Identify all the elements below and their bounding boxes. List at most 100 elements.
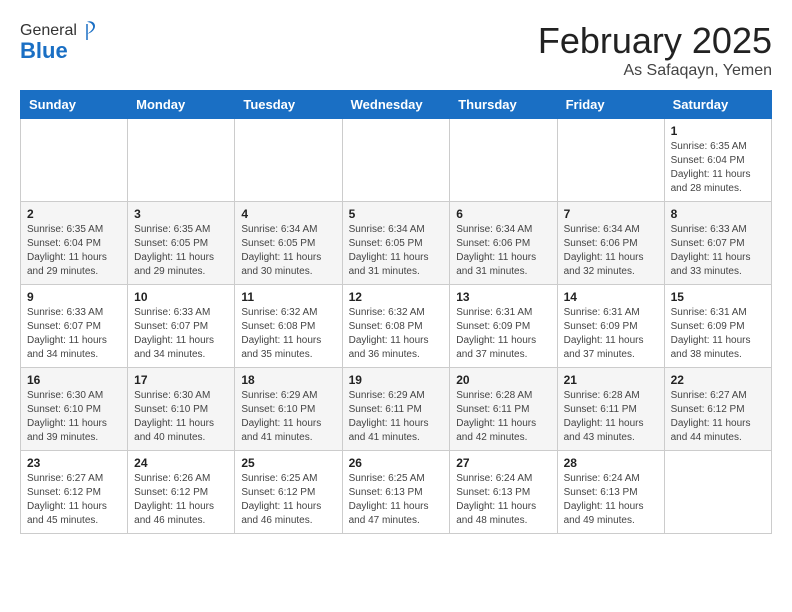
calendar-cell: 14 Sunrise: 6:31 AM Sunset: 6:09 PM Dayli…	[557, 285, 664, 368]
day-info: Sunrise: 6:28 AM Sunset: 6:11 PM Dayligh…	[456, 389, 550, 445]
day-number: 6	[456, 207, 550, 221]
calendar-week-row: 9 Sunrise: 6:33 AM Sunset: 6:07 PM Daylig…	[21, 285, 772, 368]
day-info: Sunrise: 6:33 AM Sunset: 6:07 PM Dayligh…	[27, 306, 121, 362]
calendar-header-row: SundayMondayTuesdayWednesdayThursdayFrid…	[21, 91, 772, 119]
day-number: 21	[564, 373, 658, 387]
day-number: 11	[241, 290, 335, 304]
calendar-cell	[128, 119, 235, 202]
calendar-cell: 6 Sunrise: 6:34 AM Sunset: 6:06 PM Daylig…	[450, 202, 557, 285]
day-info: Sunrise: 6:34 AM Sunset: 6:05 PM Dayligh…	[349, 223, 444, 279]
day-info: Sunrise: 6:25 AM Sunset: 6:13 PM Dayligh…	[349, 472, 444, 528]
calendar-cell: 23 Sunrise: 6:27 AM Sunset: 6:12 PM Dayli…	[21, 451, 128, 534]
calendar-cell: 22 Sunrise: 6:27 AM Sunset: 6:12 PM Dayli…	[664, 368, 771, 451]
calendar-week-row: 2 Sunrise: 6:35 AM Sunset: 6:04 PM Daylig…	[21, 202, 772, 285]
day-number: 12	[349, 290, 444, 304]
day-number: 13	[456, 290, 550, 304]
calendar-cell: 8Sunrise: 6:33 AM Sunset: 6:07 PM Daylig…	[664, 202, 771, 285]
day-number: 1	[671, 124, 765, 138]
day-info: Sunrise: 6:33 AM Sunset: 6:07 PM Dayligh…	[134, 306, 228, 362]
day-info: Sunrise: 6:29 AM Sunset: 6:11 PM Dayligh…	[349, 389, 444, 445]
calendar-cell: 17Sunrise: 6:30 AM Sunset: 6:10 PM Dayli…	[128, 368, 235, 451]
day-number: 19	[349, 373, 444, 387]
calendar-cell	[21, 119, 128, 202]
calendar-cell: 7 Sunrise: 6:34 AM Sunset: 6:06 PM Daylig…	[557, 202, 664, 285]
day-number: 22	[671, 373, 765, 387]
weekday-header: Saturday	[664, 91, 771, 119]
day-info: Sunrise: 6:29 AM Sunset: 6:10 PM Dayligh…	[241, 389, 335, 445]
day-number: 9	[27, 290, 121, 304]
day-info: Sunrise: 6:24 AM Sunset: 6:13 PM Dayligh…	[564, 472, 658, 528]
day-number: 16	[27, 373, 121, 387]
calendar-cell: 25Sunrise: 6:25 AM Sunset: 6:12 PM Dayli…	[235, 451, 342, 534]
calendar-week-row: 1 Sunrise: 6:35 AM Sunset: 6:04 PM Daylig…	[21, 119, 772, 202]
day-number: 23	[27, 456, 121, 470]
day-info: Sunrise: 6:25 AM Sunset: 6:12 PM Dayligh…	[241, 472, 335, 528]
weekday-header: Wednesday	[342, 91, 450, 119]
day-info: Sunrise: 6:31 AM Sunset: 6:09 PM Dayligh…	[564, 306, 658, 362]
day-number: 2	[27, 207, 121, 221]
day-number: 20	[456, 373, 550, 387]
calendar-cell: 2 Sunrise: 6:35 AM Sunset: 6:04 PM Daylig…	[21, 202, 128, 285]
day-number: 8	[671, 207, 765, 221]
day-number: 18	[241, 373, 335, 387]
day-info: Sunrise: 6:28 AM Sunset: 6:11 PM Dayligh…	[564, 389, 658, 445]
day-number: 27	[456, 456, 550, 470]
calendar-cell	[664, 451, 771, 534]
day-number: 28	[564, 456, 658, 470]
day-number: 5	[349, 207, 444, 221]
day-number: 3	[134, 207, 228, 221]
day-info: Sunrise: 6:27 AM Sunset: 6:12 PM Dayligh…	[671, 389, 765, 445]
weekday-header: Friday	[557, 91, 664, 119]
day-number: 24	[134, 456, 228, 470]
calendar-week-row: 16 Sunrise: 6:30 AM Sunset: 6:10 PM Dayli…	[21, 368, 772, 451]
calendar-cell: 27 Sunrise: 6:24 AM Sunset: 6:13 PM Dayli…	[450, 451, 557, 534]
weekday-header: Monday	[128, 91, 235, 119]
day-info: Sunrise: 6:34 AM Sunset: 6:06 PM Dayligh…	[564, 223, 658, 279]
month-title: February 2025	[538, 20, 772, 62]
day-info: Sunrise: 6:34 AM Sunset: 6:06 PM Dayligh…	[456, 223, 550, 279]
day-info: Sunrise: 6:30 AM Sunset: 6:10 PM Dayligh…	[27, 389, 121, 445]
calendar-cell: 5 Sunrise: 6:34 AM Sunset: 6:05 PM Daylig…	[342, 202, 450, 285]
calendar-table: SundayMondayTuesdayWednesdayThursdayFrid…	[20, 90, 772, 534]
calendar-cell	[557, 119, 664, 202]
day-info: Sunrise: 6:24 AM Sunset: 6:13 PM Dayligh…	[456, 472, 550, 528]
title-block: February 2025 As Safaqayn, Yemen	[538, 20, 772, 80]
day-info: Sunrise: 6:35 AM Sunset: 6:04 PM Dayligh…	[27, 223, 121, 279]
day-info: Sunrise: 6:34 AM Sunset: 6:05 PM Dayligh…	[241, 223, 335, 279]
calendar-cell: 10 Sunrise: 6:33 AM Sunset: 6:07 PM Dayli…	[128, 285, 235, 368]
calendar-cell: 28 Sunrise: 6:24 AM Sunset: 6:13 PM Dayli…	[557, 451, 664, 534]
day-number: 4	[241, 207, 335, 221]
day-info: Sunrise: 6:26 AM Sunset: 6:12 PM Dayligh…	[134, 472, 228, 528]
calendar-cell: 26Sunrise: 6:25 AM Sunset: 6:13 PM Dayli…	[342, 451, 450, 534]
day-info: Sunrise: 6:32 AM Sunset: 6:08 PM Dayligh…	[349, 306, 444, 362]
calendar-cell	[235, 119, 342, 202]
day-info: Sunrise: 6:31 AM Sunset: 6:09 PM Dayligh…	[671, 306, 765, 362]
day-info: Sunrise: 6:27 AM Sunset: 6:12 PM Dayligh…	[27, 472, 121, 528]
calendar-cell: 16 Sunrise: 6:30 AM Sunset: 6:10 PM Dayli…	[21, 368, 128, 451]
calendar-cell: 19 Sunrise: 6:29 AM Sunset: 6:11 PM Dayli…	[342, 368, 450, 451]
calendar-cell: 18 Sunrise: 6:29 AM Sunset: 6:10 PM Dayli…	[235, 368, 342, 451]
day-info: Sunrise: 6:31 AM Sunset: 6:09 PM Dayligh…	[456, 306, 550, 362]
calendar-cell: 1 Sunrise: 6:35 AM Sunset: 6:04 PM Daylig…	[664, 119, 771, 202]
day-number: 15	[671, 290, 765, 304]
day-info: Sunrise: 6:32 AM Sunset: 6:08 PM Dayligh…	[241, 306, 335, 362]
calendar-cell: 9 Sunrise: 6:33 AM Sunset: 6:07 PM Daylig…	[21, 285, 128, 368]
calendar-cell: 20 Sunrise: 6:28 AM Sunset: 6:11 PM Dayli…	[450, 368, 557, 451]
day-info: Sunrise: 6:35 AM Sunset: 6:04 PM Dayligh…	[671, 140, 765, 196]
calendar-cell: 12 Sunrise: 6:32 AM Sunset: 6:08 PM Dayli…	[342, 285, 450, 368]
calendar-cell	[342, 119, 450, 202]
calendar-cell: 4 Sunrise: 6:34 AM Sunset: 6:05 PM Daylig…	[235, 202, 342, 285]
logo: General Blue	[20, 20, 97, 64]
calendar-cell: 24 Sunrise: 6:26 AM Sunset: 6:12 PM Dayli…	[128, 451, 235, 534]
location-title: As Safaqayn, Yemen	[538, 62, 772, 80]
day-number: 7	[564, 207, 658, 221]
calendar-cell: 11 Sunrise: 6:32 AM Sunset: 6:08 PM Dayli…	[235, 285, 342, 368]
day-info: Sunrise: 6:35 AM Sunset: 6:05 PM Dayligh…	[134, 223, 228, 279]
calendar-week-row: 23 Sunrise: 6:27 AM Sunset: 6:12 PM Dayli…	[21, 451, 772, 534]
day-info: Sunrise: 6:30 AM Sunset: 6:10 PM Dayligh…	[134, 389, 228, 445]
calendar-cell: 15 Sunrise: 6:31 AM Sunset: 6:09 PM Dayli…	[664, 285, 771, 368]
calendar-cell: 21 Sunrise: 6:28 AM Sunset: 6:11 PM Dayli…	[557, 368, 664, 451]
day-number: 10	[134, 290, 228, 304]
day-number: 14	[564, 290, 658, 304]
weekday-header: Thursday	[450, 91, 557, 119]
